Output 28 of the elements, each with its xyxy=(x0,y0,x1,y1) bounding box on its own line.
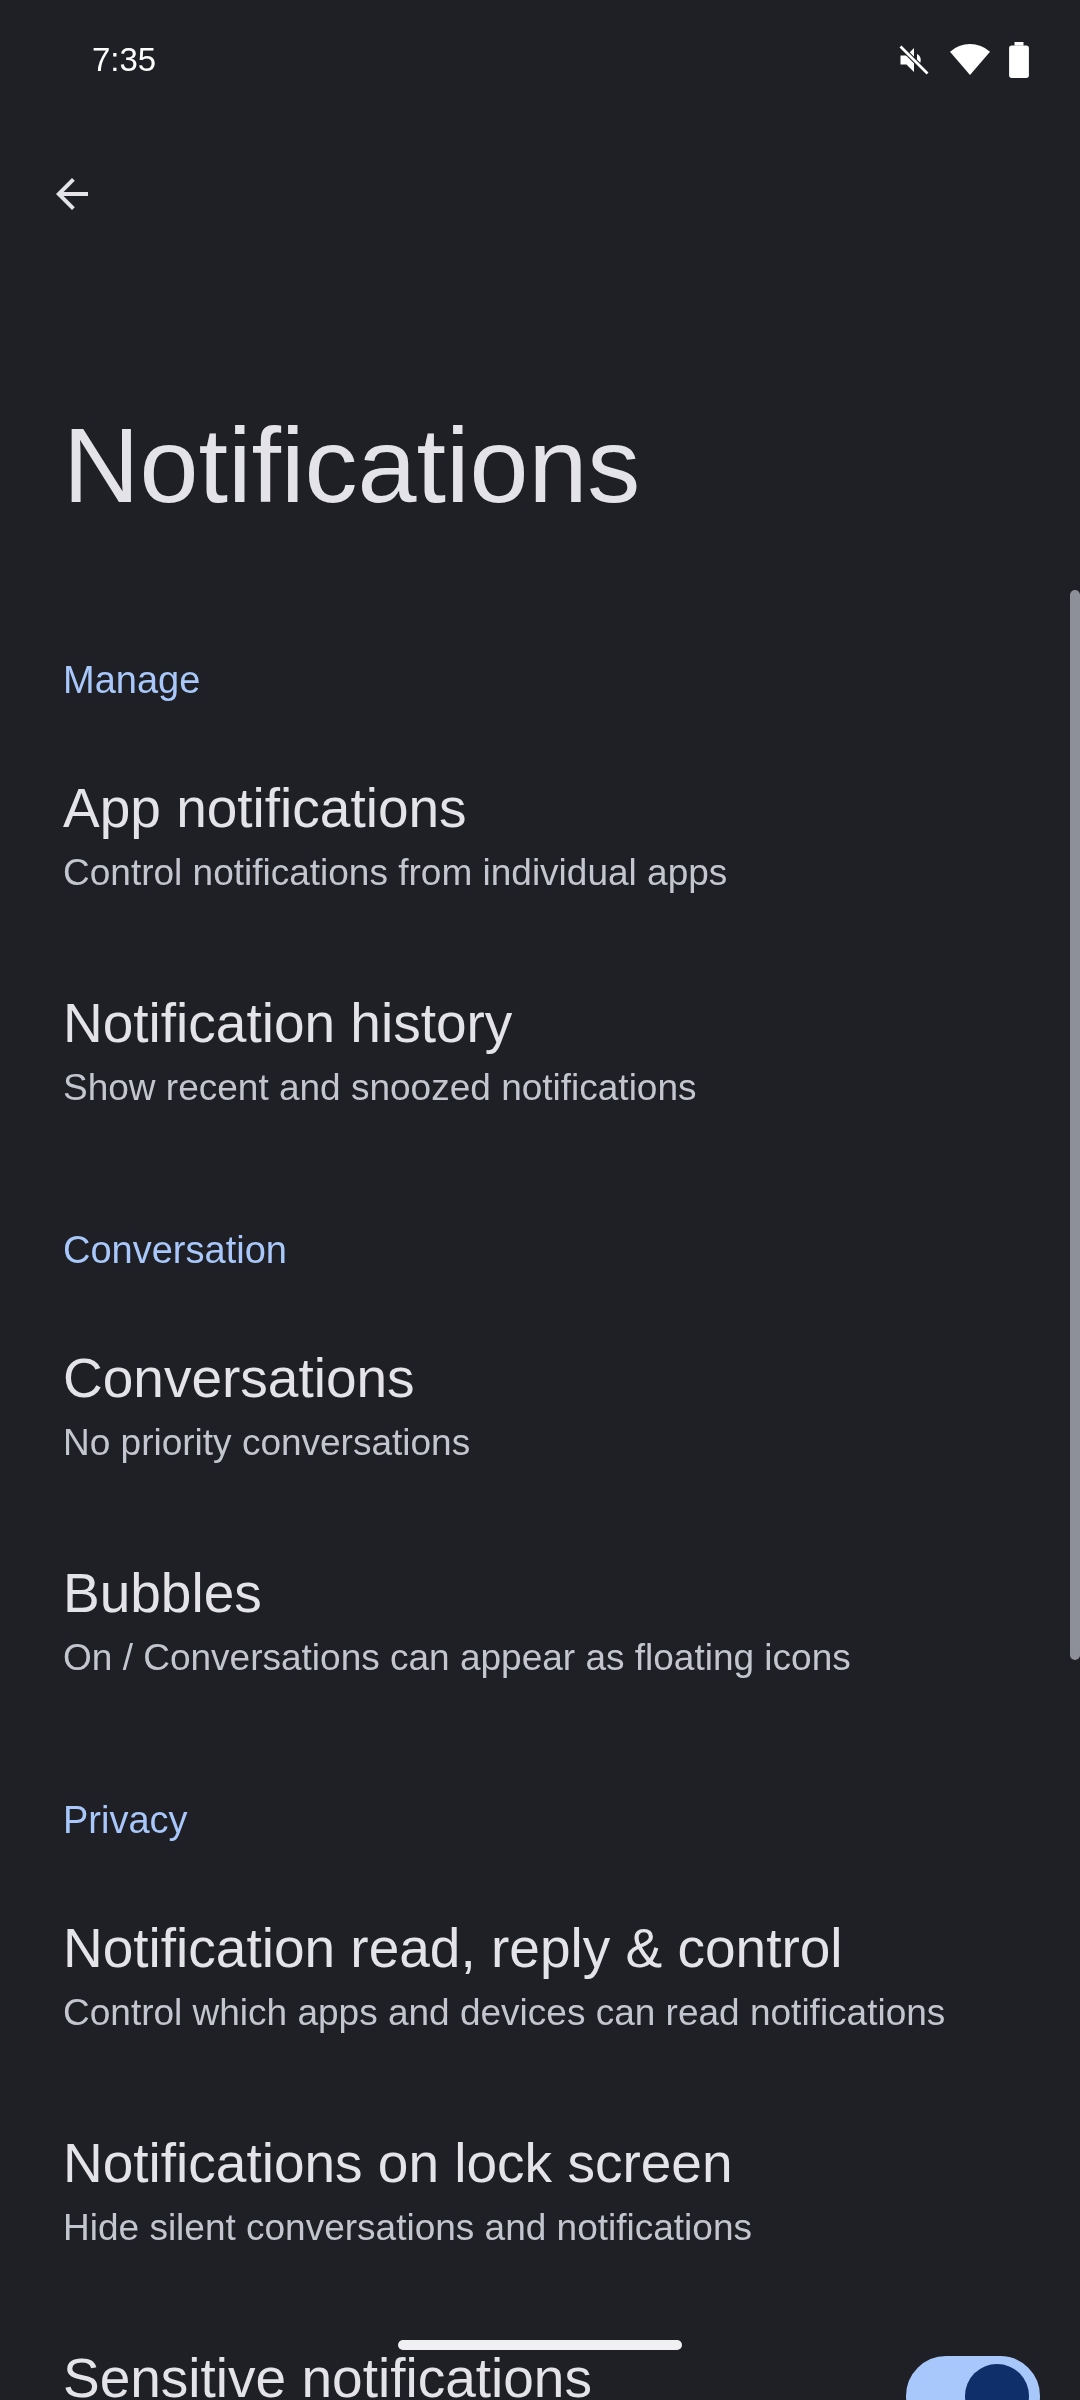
item-subtitle: Control which apps and devices can read notifications xyxy=(63,1991,946,2035)
item-title: Notification history xyxy=(63,991,513,1055)
section-header: Privacy xyxy=(62,1798,189,1843)
settings-item[interactable]: Sensitive notifications xyxy=(0,2280,1064,2400)
section-header: Manage xyxy=(62,658,202,703)
item-subtitle: Show recent and snoozed notifications xyxy=(63,1066,697,1110)
item-title: App notifications xyxy=(63,776,467,840)
item-title: Conversations xyxy=(63,1346,415,1410)
settings-item[interactable]: Conversations No priority conversations xyxy=(0,1280,1064,1495)
settings-item[interactable]: Notification history Show recent and snoozed notifications xyxy=(0,925,1064,1140)
page-title: Notifications xyxy=(62,405,642,526)
item-title: Notifications on lock screen xyxy=(63,2131,733,2195)
settings-item[interactable]: Bubbles On / Conversations can appear as floating icons xyxy=(0,1495,1064,1710)
section-header: Conversation xyxy=(62,1228,288,1273)
item-title: Notification read, reply & control xyxy=(63,1916,843,1980)
item-title: Bubbles xyxy=(63,1561,262,1625)
status-time: 7:35 xyxy=(92,41,157,79)
wifi-icon xyxy=(950,43,990,77)
mute-icon xyxy=(896,42,932,78)
settings-item[interactable]: Notifications on lock screen Hide silent conversations and notifications xyxy=(0,2065,1064,2280)
item-subtitle: Control notifications from individual apps xyxy=(63,851,728,895)
settings-item[interactable]: App notifications Control notifications from individual apps xyxy=(0,710,1064,925)
settings-item[interactable]: Notification read, reply & control Control which apps and devices can read notifications xyxy=(0,1850,1064,2065)
item-subtitle: No priority conversations xyxy=(63,1421,471,1465)
item-subtitle: On / Conversations can appear as floating icons xyxy=(63,1636,851,1680)
item-title: Sensitive notifications xyxy=(63,2346,592,2400)
battery-icon xyxy=(1008,42,1030,78)
item-subtitle: Hide silent conversations and notifications xyxy=(63,2206,752,2250)
